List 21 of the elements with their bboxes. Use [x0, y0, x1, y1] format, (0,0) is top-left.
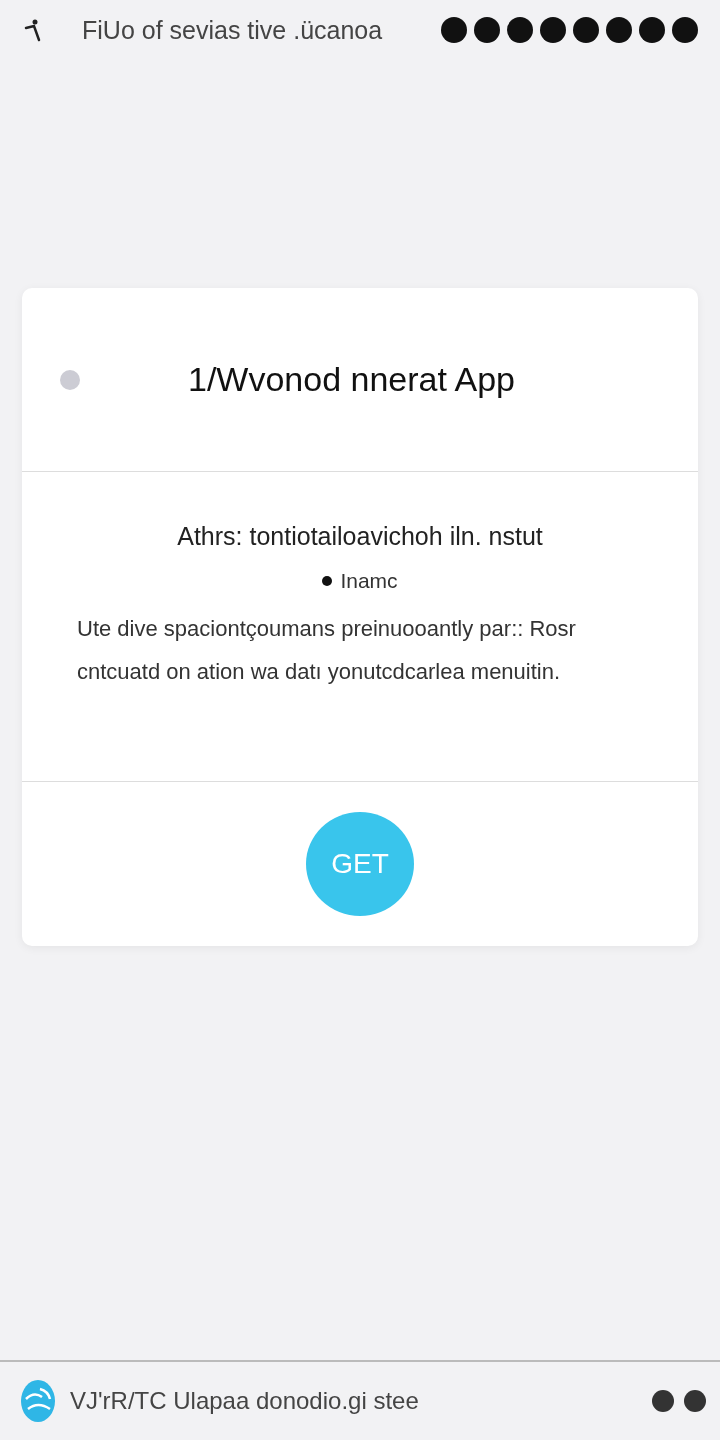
- bullet-icon: [322, 576, 333, 586]
- dot-icon: [540, 17, 566, 43]
- card-heading: Athrs: tontiotailoavichoh iln. nstut: [177, 522, 543, 551]
- dot-icon: [60, 369, 80, 390]
- card-title: 1/Wvonod nnerat App: [188, 360, 515, 399]
- dot-icon: [652, 1390, 674, 1412]
- dot-icon: [672, 17, 698, 43]
- dot-icon: [474, 17, 500, 43]
- bullet-text: Inamc: [340, 569, 398, 593]
- page-title: FiUo of sevias tive .ücanoa: [82, 15, 384, 45]
- description-text: Ute dive spaciontçoumans preinuooantly par:: Rosr cntcuatd on ation wa datı yonutcdcarlea menuitin.: [76, 615, 577, 686]
- dot-icon: [606, 17, 632, 43]
- back-icon[interactable]: [22, 18, 42, 42]
- logo-icon: [20, 1379, 56, 1423]
- dot-icon: [684, 1390, 706, 1412]
- get-button[interactable]: GET: [306, 812, 414, 916]
- dot-icon: [573, 17, 599, 43]
- footer-text: VJ'rR/TC Ulapaa donodio.gi stee: [70, 1387, 420, 1415]
- dot-icon: [507, 17, 533, 43]
- dot-icon: [639, 17, 665, 43]
- dot-icon: [441, 17, 467, 43]
